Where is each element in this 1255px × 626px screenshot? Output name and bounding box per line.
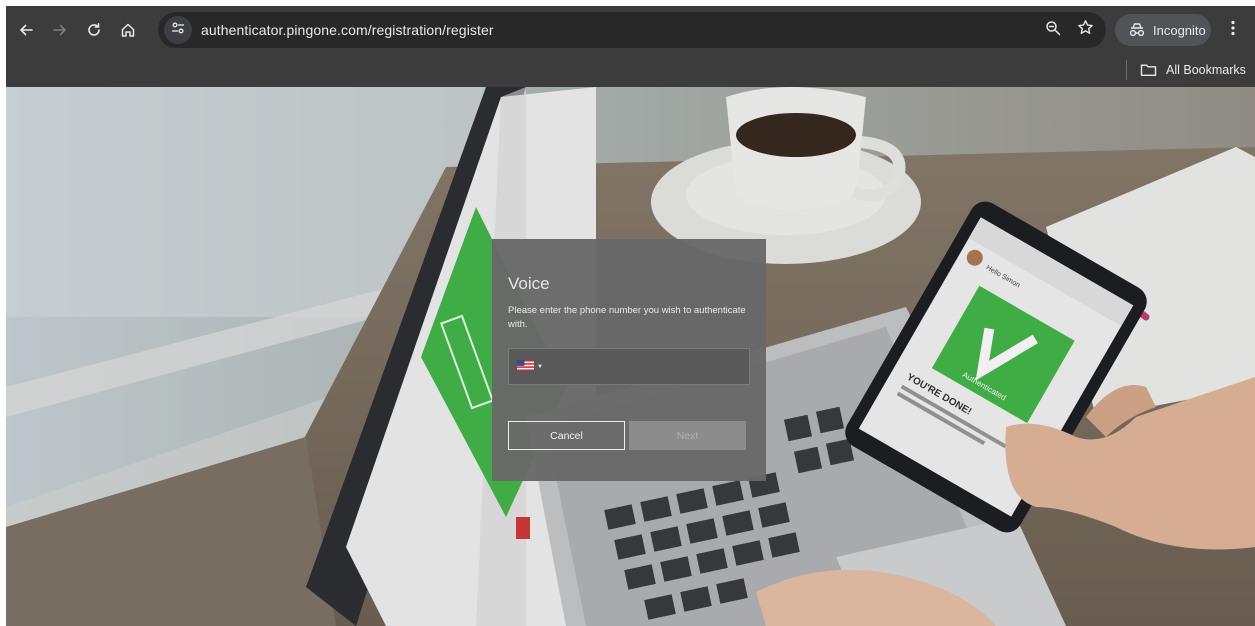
more-menu-icon <box>1231 20 1235 41</box>
url-text[interactable]: authenticator.pingone.com/registration/r… <box>201 12 494 48</box>
next-button[interactable]: Next <box>629 421 746 450</box>
country-code-selector[interactable]: ▼ <box>517 358 543 376</box>
bookmark-star-button[interactable] <box>1074 19 1096 41</box>
phone-number-field: ▼ <box>508 348 750 386</box>
zoom-icon <box>1045 20 1061 41</box>
back-button[interactable] <box>12 16 40 44</box>
bookmark-star-icon <box>1077 19 1094 41</box>
voice-dialog: Voice Please enter the phone number you … <box>492 239 766 481</box>
browser-toolbar: authenticator.pingone.com/registration/r… <box>6 6 1255 54</box>
site-info-icon <box>171 21 185 40</box>
home-button[interactable] <box>114 16 142 44</box>
bookmarks-separator <box>1126 60 1127 80</box>
home-icon <box>120 22 136 38</box>
forward-icon <box>52 22 68 38</box>
forward-button[interactable] <box>46 16 74 44</box>
zoom-button[interactable] <box>1042 19 1064 41</box>
site-info-button[interactable] <box>164 16 192 44</box>
us-flag-icon <box>517 358 534 376</box>
address-bar[interactable]: authenticator.pingone.com/registration/r… <box>158 12 1106 48</box>
folder-icon <box>1140 62 1158 78</box>
all-bookmarks-button[interactable]: All Bookmarks <box>1140 58 1246 82</box>
phone-number-input[interactable] <box>549 349 749 386</box>
cancel-button[interactable]: Cancel <box>508 421 625 450</box>
bookmarks-bar: All Bookmarks <box>6 54 1255 87</box>
page: authenticator.pingone.com/registration/r… <box>0 0 1255 626</box>
dialog-title: Voice <box>508 274 550 293</box>
more-menu-button[interactable] <box>1219 16 1247 44</box>
incognito-icon <box>1127 20 1147 40</box>
incognito-label: Incognito <box>1153 22 1206 38</box>
page-content: Hello Simon Authenticated YOU'RE DONE! V… <box>6 87 1255 626</box>
chevron-down-icon: ▼ <box>537 364 543 370</box>
browser-chrome: authenticator.pingone.com/registration/r… <box>6 6 1255 87</box>
back-icon <box>18 22 34 38</box>
all-bookmarks-label: All Bookmarks <box>1166 63 1246 77</box>
incognito-profile-button[interactable]: Incognito <box>1115 14 1211 46</box>
reload-icon <box>86 22 102 38</box>
reload-button[interactable] <box>80 16 108 44</box>
dialog-description: Please enter the phone number you wish t… <box>508 305 746 330</box>
